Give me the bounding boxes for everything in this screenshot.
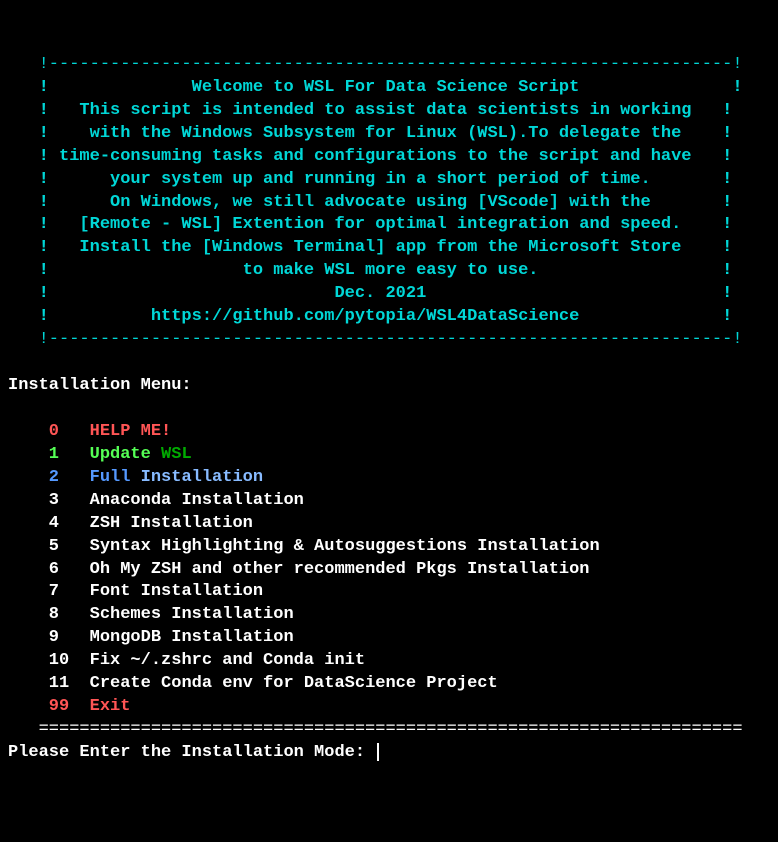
- menu-item-11: 11 Create Conda env for DataScience Proj…: [8, 674, 498, 693]
- banner-line-4: ! time-consuming tasks and configuration…: [8, 147, 732, 166]
- cursor-icon: [377, 743, 379, 761]
- banner-line-7: ! [Remote - WSL] Extention for optimal i…: [8, 215, 732, 234]
- menu-item-2: 2 Full Installation: [8, 468, 263, 487]
- menu-label-99: Exit: [90, 697, 131, 716]
- menu-num-11: 11: [8, 674, 90, 693]
- menu-num-5: 5: [8, 537, 90, 556]
- menu-separator: ========================================…: [8, 720, 743, 739]
- menu-label-3: Anaconda Installation: [90, 491, 304, 510]
- banner-line-10: ! Dec. 2021 !: [8, 284, 732, 303]
- banner-line-1: ! Welcome to WSL For Data Science Script…: [8, 78, 743, 97]
- menu-item-7: 7 Font Installation: [8, 582, 263, 601]
- menu-label-11: Create Conda env for DataScience Project: [90, 674, 498, 693]
- menu-item-10: 10 Fix ~/.zshrc and Conda init: [8, 651, 365, 670]
- menu-label-8: Schemes Installation: [90, 605, 294, 624]
- menu-label-7: Font Installation: [90, 582, 263, 601]
- prompt-text: Please Enter the Installation Mode:: [8, 743, 375, 762]
- banner-line-3: ! with the Windows Subsystem for Linux (…: [8, 124, 732, 143]
- menu-item-6: 6 Oh My ZSH and other recommended Pkgs I…: [8, 560, 590, 579]
- menu-num-99: 99: [8, 697, 90, 716]
- banner-line-5: ! your system up and running in a short …: [8, 170, 732, 189]
- banner-border-bottom: !---------------------------------------…: [8, 330, 743, 349]
- menu-num-9: 9: [8, 628, 90, 647]
- menu-item-4: 4 ZSH Installation: [8, 514, 253, 533]
- banner-line-9: ! to make WSL more easy to use. !: [8, 261, 732, 280]
- menu-label-1a: Update: [90, 445, 161, 464]
- banner-border-top: !---------------------------------------…: [8, 55, 743, 74]
- banner-line-2: ! This script is intended to assist data…: [8, 101, 732, 120]
- menu-num-0: 0: [8, 422, 90, 441]
- menu-num-2: 2: [8, 468, 90, 487]
- menu-item-0: 0 HELP ME!: [8, 422, 171, 441]
- menu-item-8: 8 Schemes Installation: [8, 605, 294, 624]
- menu-num-7: 7: [8, 582, 90, 601]
- menu-num-1: 1: [8, 445, 90, 464]
- menu-label-9: MongoDB Installation: [90, 628, 294, 647]
- terminal-output: !---------------------------------------…: [8, 54, 770, 765]
- menu-item-1: 1 Update WSL: [8, 445, 192, 464]
- menu-num-4: 4: [8, 514, 90, 533]
- menu-num-10: 10: [8, 651, 90, 670]
- menu-num-6: 6: [8, 560, 90, 579]
- menu-item-3: 3 Anaconda Installation: [8, 491, 304, 510]
- menu-label-6: Oh My ZSH and other recommended Pkgs Ins…: [90, 560, 590, 579]
- menu-label-4: ZSH Installation: [90, 514, 253, 533]
- menu-item-99: 99 Exit: [8, 697, 130, 716]
- menu-label-5: Syntax Highlighting & Autosuggestions In…: [90, 537, 600, 556]
- menu-label-0: HELP ME!: [90, 422, 172, 441]
- menu-item-5: 5 Syntax Highlighting & Autosuggestions …: [8, 537, 600, 556]
- menu-label-10: Fix ~/.zshrc and Conda init: [90, 651, 365, 670]
- menu-label-2a: Full: [90, 468, 141, 487]
- menu-num-8: 8: [8, 605, 90, 624]
- menu-item-9: 9 MongoDB Installation: [8, 628, 294, 647]
- menu-label-1b: WSL: [161, 445, 192, 464]
- banner-line-8: ! Install the [Windows Terminal] app fro…: [8, 238, 732, 257]
- menu-label-2b: Installation: [141, 468, 263, 487]
- menu-num-3: 3: [8, 491, 90, 510]
- banner-line-6: ! On Windows, we still advocate using [V…: [8, 193, 732, 212]
- banner-line-11: ! https://github.com/pytopia/WSL4DataSci…: [8, 307, 732, 326]
- menu-title: Installation Menu:: [8, 376, 192, 395]
- prompt-line[interactable]: Please Enter the Installation Mode:: [8, 743, 379, 762]
